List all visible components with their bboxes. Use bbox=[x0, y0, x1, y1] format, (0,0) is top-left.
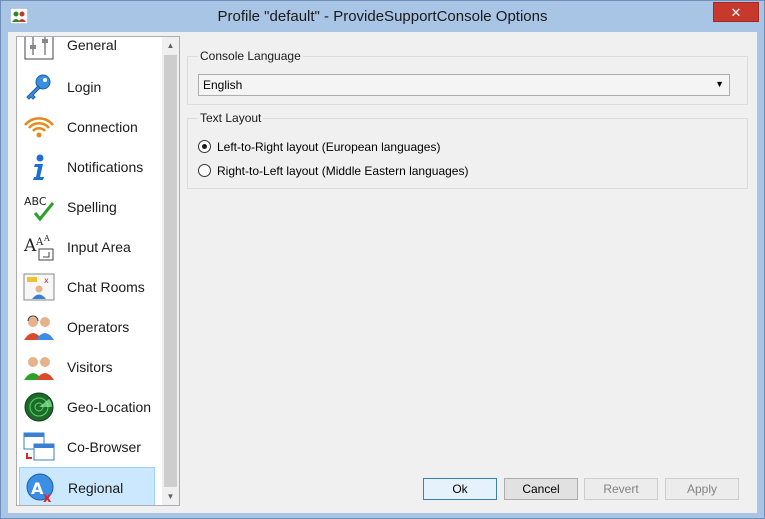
nav-item-geo-location[interactable]: Geo-Location bbox=[19, 387, 155, 427]
dialog-body: General Login Connection Notifications A… bbox=[8, 32, 757, 513]
window-title: Profile "default" - ProvideSupportConsol… bbox=[217, 8, 548, 25]
ltr-radio-button[interactable] bbox=[198, 140, 211, 153]
options-window: Profile "default" - ProvideSupportConsol… bbox=[0, 0, 765, 519]
sliders-icon bbox=[24, 37, 54, 60]
nav-item-label: Geo-Location bbox=[67, 399, 152, 415]
nav-item-label: Operators bbox=[67, 319, 130, 335]
svg-text:A: A bbox=[43, 234, 50, 243]
nav-item-label: Input Area bbox=[67, 239, 131, 255]
regional-icon: A x bbox=[26, 473, 54, 504]
nav-item-label: Regional bbox=[68, 480, 124, 496]
nav-item-label: Visitors bbox=[67, 359, 113, 375]
category-list: General Login Connection Notifications A… bbox=[16, 36, 180, 506]
text-layout-label: Text Layout bbox=[198, 111, 264, 125]
revert-button[interactable]: Revert bbox=[584, 478, 658, 500]
ltr-layout-option[interactable]: Left-to-Right layout (European languages… bbox=[198, 138, 498, 156]
nav-item-login[interactable]: Login bbox=[19, 67, 155, 107]
nav-item-label: Connection bbox=[67, 119, 138, 135]
signal-icon bbox=[24, 117, 54, 138]
nav-item-input-area[interactable]: A A A Input Area bbox=[19, 227, 155, 267]
font-size-icon: A A A bbox=[23, 234, 54, 261]
close-button[interactable]: ✕ bbox=[713, 2, 759, 22]
rtl-radio-button[interactable] bbox=[198, 164, 211, 177]
ltr-radio-label: Left-to-Right layout (European languages… bbox=[217, 140, 441, 154]
nav-item-co-browser[interactable]: Co-Browser bbox=[19, 427, 155, 467]
nav-item-connection[interactable]: Connection bbox=[19, 107, 155, 147]
nav-item-general[interactable]: General bbox=[19, 37, 155, 65]
scroll-down-arrow-icon[interactable]: ▼ bbox=[162, 488, 179, 505]
scroll-thumb[interactable] bbox=[164, 55, 177, 487]
nav-item-label: Notifications bbox=[67, 159, 144, 175]
console-language-group: Console Language English ▼ bbox=[187, 49, 748, 105]
spellcheck-icon: ABC bbox=[24, 195, 55, 222]
nav-item-label: Co-Browser bbox=[67, 439, 141, 455]
svg-text:A: A bbox=[23, 236, 37, 256]
nav-item-regional[interactable]: A x Regional bbox=[19, 467, 155, 505]
nav-item-label: Spelling bbox=[67, 199, 117, 215]
svg-text:x: x bbox=[43, 491, 52, 504]
nav-item-label: Chat Rooms bbox=[67, 279, 145, 295]
svg-text:A: A bbox=[35, 237, 44, 248]
svg-text:ABC: ABC bbox=[24, 195, 47, 208]
nav-item-spelling[interactable]: ABC Spelling bbox=[19, 187, 155, 227]
chevron-down-icon: ▼ bbox=[715, 79, 724, 89]
cancel-button[interactable]: Cancel bbox=[504, 478, 578, 500]
chat-room-icon: x bbox=[23, 273, 55, 301]
nav-item-chat-rooms[interactable]: x Chat Rooms bbox=[19, 267, 155, 307]
text-layout-group: Text Layout Left-to-Right layout (Europe… bbox=[187, 111, 748, 189]
info-icon bbox=[33, 154, 44, 180]
rtl-radio-label: Right-to-Left layout (Middle Eastern lan… bbox=[217, 164, 469, 178]
operators-icon bbox=[24, 315, 54, 340]
svg-text:x: x bbox=[44, 276, 49, 285]
key-icon bbox=[26, 74, 51, 100]
nav-item-visitors[interactable]: Visitors bbox=[19, 347, 155, 387]
console-language-select[interactable]: English ▼ bbox=[198, 74, 730, 96]
category-scrollbar[interactable]: ▲ ▼ bbox=[162, 37, 179, 505]
apply-button[interactable]: Apply bbox=[665, 478, 739, 500]
console-language-value: English bbox=[203, 78, 243, 92]
cobrowser-icon bbox=[23, 432, 55, 461]
category-items: General Login Connection Notifications A… bbox=[17, 37, 163, 505]
nav-item-label: Login bbox=[67, 79, 102, 95]
rtl-layout-option[interactable]: Right-to-Left layout (Middle Eastern lan… bbox=[198, 162, 518, 180]
visitors-icon bbox=[24, 357, 54, 380]
title-bar[interactable]: Profile "default" - ProvideSupportConsol… bbox=[1, 1, 764, 33]
radar-icon bbox=[24, 392, 54, 422]
nav-item-operators[interactable]: Operators bbox=[19, 307, 155, 347]
ok-button[interactable]: Ok bbox=[423, 478, 497, 500]
scroll-up-arrow-icon[interactable]: ▲ bbox=[162, 37, 179, 54]
nav-item-label: General bbox=[67, 37, 117, 53]
console-language-label: Console Language bbox=[198, 49, 303, 63]
nav-item-notifications[interactable]: Notifications bbox=[19, 147, 155, 187]
